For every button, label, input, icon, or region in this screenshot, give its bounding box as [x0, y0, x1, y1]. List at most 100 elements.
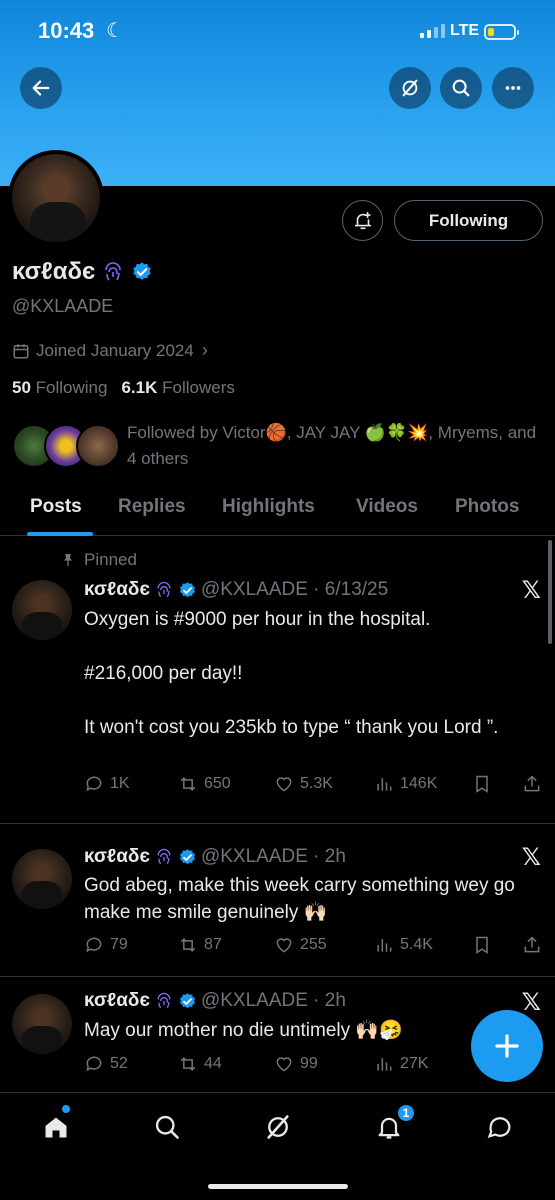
tweet-avatar[interactable]: [12, 580, 72, 640]
heart-icon: [276, 938, 292, 953]
more-icon: [505, 86, 521, 90]
followed-by-text: Followed by Victor🏀, JAY JAY 🍏🍀💥, Mryems…: [127, 423, 537, 468]
repost-button[interactable]: 87: [178, 935, 222, 955]
followers-stat[interactable]: 6.1K Followers: [121, 378, 234, 398]
repost-icon: [180, 938, 196, 952]
reply-icon: [86, 1056, 102, 1072]
calendar-icon: [13, 343, 29, 358]
message-icon: [487, 1117, 511, 1139]
bookmark-button[interactable]: [472, 774, 492, 794]
chevron-right-icon: ›: [201, 340, 208, 360]
tweet-meta: @KXLAADE · 2h: [200, 990, 346, 1011]
tab-highlights[interactable]: Highlights: [222, 496, 315, 518]
x-logo-icon: 𝕏: [521, 989, 541, 1016]
following-button[interactable]: Following: [394, 200, 543, 241]
profile-name-text: κσℓαδє: [12, 258, 96, 285]
nav-search[interactable]: [149, 1109, 185, 1145]
home-indicator: [208, 1184, 348, 1189]
x-logo-icon: 𝕏: [521, 577, 541, 604]
repost-icon: [180, 1057, 196, 1071]
profile-tabs: Posts Replies Highlights Videos Photos: [0, 484, 555, 536]
battery-icon: [484, 24, 519, 40]
verified-badge-icon: [133, 262, 152, 280]
profile-name: κσℓαδє: [12, 258, 153, 286]
tweet-author-name[interactable]: κσℓαδє: [84, 990, 150, 1012]
network-label: LTE: [450, 22, 480, 39]
share-icon: [524, 936, 540, 953]
repost-button[interactable]: 44: [178, 1054, 222, 1074]
like-button[interactable]: 255: [274, 935, 327, 955]
x-logo-icon: 𝕏: [521, 844, 541, 871]
arrow-left-icon: [32, 80, 50, 96]
tweet-author-name[interactable]: κσℓαδє: [84, 846, 150, 868]
views-button[interactable]: 146K: [374, 774, 437, 794]
tweet-text: May our mother no die untimely 🙌🏻🤧: [84, 1020, 403, 1041]
back-button[interactable]: [20, 67, 62, 109]
tweet[interactable]: κσℓαδє @KXLAADE · 6/13/25 𝕏 Oxygen is #9…: [0, 540, 555, 824]
profile-handle: @KXLAADE: [12, 296, 114, 316]
bookmark-icon: [476, 936, 488, 954]
views-button[interactable]: 27K: [374, 1054, 428, 1074]
tab-posts[interactable]: Posts: [30, 496, 82, 518]
nav-grok[interactable]: [260, 1109, 296, 1145]
like-button[interactable]: 5.3K: [274, 774, 333, 794]
tweet-avatar[interactable]: [12, 849, 72, 909]
share-button[interactable]: [522, 935, 542, 955]
bookmark-button[interactable]: [472, 935, 492, 955]
grok-icon: [402, 79, 418, 97]
fingerprint-icon: [157, 581, 171, 598]
grok-button[interactable]: [389, 67, 431, 109]
tab-videos[interactable]: Videos: [356, 496, 418, 518]
tweet-meta: @KXLAADE · 2h: [200, 846, 346, 867]
profile-avatar[interactable]: [8, 150, 104, 246]
compose-button[interactable]: [471, 1010, 543, 1082]
reply-button[interactable]: 79: [84, 935, 128, 955]
tweet[interactable]: κσℓαδє @KXLAADE · 2h 𝕏 God abeg, make th…: [0, 825, 555, 977]
tab-photos[interactable]: Photos: [455, 496, 519, 518]
fingerprint-icon: [157, 848, 171, 865]
repost-icon: [180, 777, 196, 791]
tweet-avatar[interactable]: [12, 994, 72, 1054]
views-icon: [377, 939, 392, 952]
tweet-text: God abeg, make this week carry something…: [84, 875, 515, 923]
share-icon: [524, 775, 540, 792]
tab-replies[interactable]: Replies: [118, 496, 186, 518]
scrollbar[interactable]: [548, 540, 552, 644]
nav-messages[interactable]: [482, 1109, 518, 1145]
heart-icon: [276, 1057, 292, 1072]
search-button[interactable]: [440, 67, 482, 109]
nav-home[interactable]: [38, 1109, 74, 1145]
reply-icon: [86, 776, 102, 792]
tweet-header: κσℓαδє @KXLAADE · 6/13/25: [84, 579, 388, 601]
reply-icon: [86, 937, 102, 953]
followed-by-row[interactable]: Followed by Victor🏀, JAY JAY 🍏🍀💥, Mryems…: [12, 420, 552, 472]
tweet-text: Oxygen is #9000 per hour in the hospital…: [84, 609, 499, 738]
views-icon: [377, 778, 392, 791]
verified-badge-icon: [179, 992, 195, 1008]
follower-avatar: [76, 424, 120, 468]
tweet-meta: @KXLAADE · 6/13/25: [200, 579, 389, 600]
verified-badge-icon: [179, 581, 195, 597]
tweet-author-name[interactable]: κσℓαδє: [84, 579, 150, 601]
signal-icon: [420, 24, 445, 38]
more-button[interactable]: [492, 67, 534, 109]
like-button[interactable]: 99: [274, 1054, 318, 1074]
share-button[interactable]: [522, 774, 542, 794]
notifications-badge: 1: [396, 1103, 416, 1123]
search-icon: [155, 1115, 179, 1139]
views-button[interactable]: 5.4K: [374, 935, 433, 955]
active-tab-indicator: [27, 532, 93, 536]
moon-icon: ☾: [106, 20, 124, 42]
fingerprint-icon: [105, 262, 122, 281]
tweet-header: κσℓαδє @KXLAADE · 2h: [84, 846, 346, 868]
status-time: 10:43: [38, 18, 95, 43]
reply-button[interactable]: 52: [84, 1054, 128, 1074]
joined-date[interactable]: Joined January 2024 ›: [12, 340, 208, 361]
repost-button[interactable]: 650: [178, 774, 231, 794]
home-new-dot: [62, 1105, 70, 1113]
following-stat[interactable]: 50 Following: [12, 378, 107, 398]
profile-stats: 50 Following 6.1K Followers: [12, 378, 235, 398]
reply-button[interactable]: 1K: [84, 774, 130, 794]
notify-button[interactable]: [342, 200, 383, 241]
heart-icon: [276, 777, 292, 792]
